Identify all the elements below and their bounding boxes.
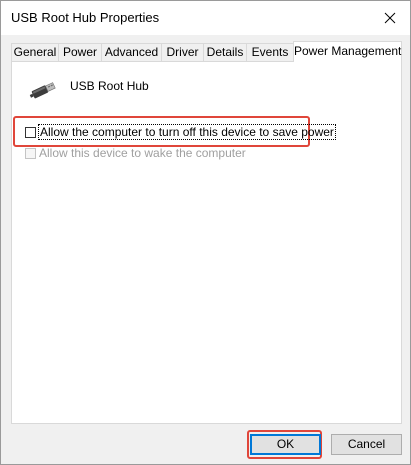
tab-panel-power-management: USB Root Hub Allow the computer to turn … — [11, 61, 402, 424]
tab-general[interactable]: General — [11, 43, 59, 61]
tab-details[interactable]: Details — [203, 43, 247, 61]
tab-strip: General Power Advanced Driver Details Ev… — [11, 41, 403, 62]
cancel-button[interactable]: Cancel — [331, 434, 402, 455]
tab-power-management[interactable]: Power Management — [293, 41, 402, 62]
usb-plug-icon — [29, 78, 59, 102]
tab-events[interactable]: Events — [246, 43, 294, 61]
close-button[interactable] — [376, 5, 404, 31]
allow-turn-off-checkbox[interactable] — [25, 127, 36, 138]
option-allow-turn-off[interactable]: Allow the computer to turn off this devi… — [25, 124, 336, 141]
allow-wake-checkbox — [25, 148, 36, 159]
tab-power[interactable]: Power — [58, 43, 102, 61]
title-bar: USB Root Hub Properties — [1, 1, 410, 35]
properties-dialog: USB Root Hub Properties General Power Ad… — [0, 0, 411, 465]
close-icon — [384, 12, 396, 24]
option-allow-wake: Allow this device to wake the computer — [25, 146, 246, 162]
tab-driver[interactable]: Driver — [161, 43, 204, 61]
allow-wake-label: Allow this device to wake the computer — [39, 146, 246, 160]
tab-advanced[interactable]: Advanced — [101, 43, 162, 61]
device-name: USB Root Hub — [70, 79, 149, 93]
ok-button[interactable]: OK — [250, 434, 321, 455]
window-title: USB Root Hub Properties — [11, 10, 160, 25]
allow-turn-off-label: Allow the computer to turn off this devi… — [38, 124, 336, 140]
